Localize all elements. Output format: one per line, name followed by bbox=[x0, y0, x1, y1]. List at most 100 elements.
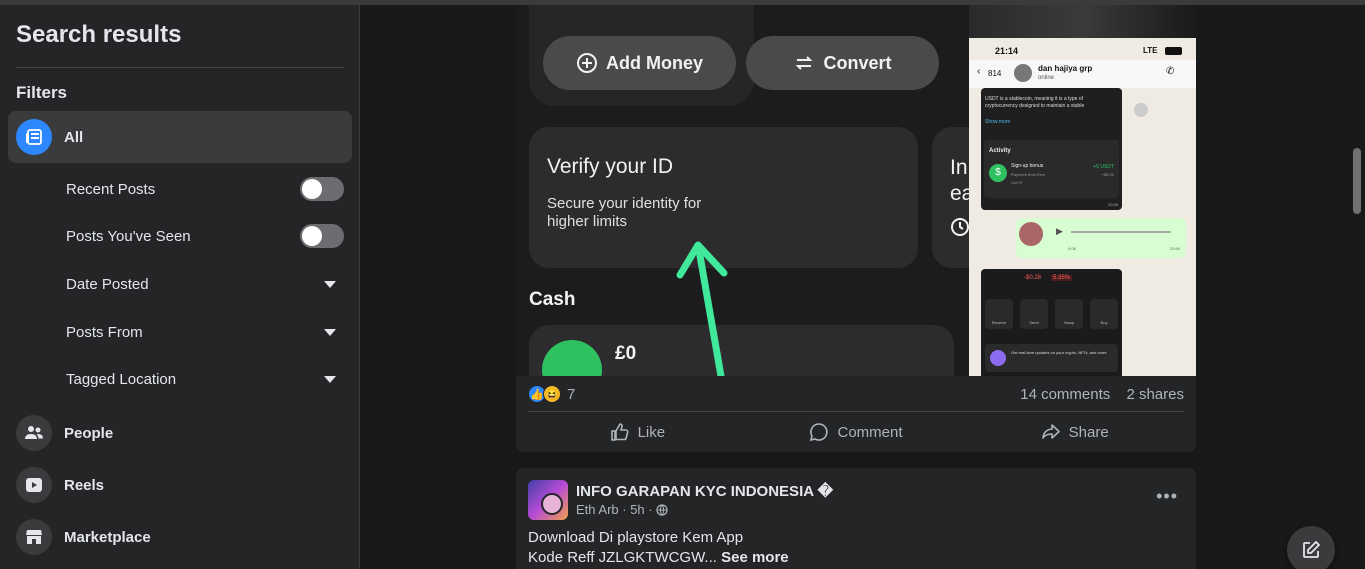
share-button[interactable]: Share bbox=[965, 415, 1184, 449]
wa-action-receive: Receive bbox=[985, 299, 1013, 329]
new-message-button[interactable] bbox=[1287, 526, 1335, 569]
nav-marketplace[interactable]: Marketplace bbox=[16, 519, 151, 555]
post-meta: Eth Arb · 5h · bbox=[576, 502, 668, 517]
reaction-count: 7 bbox=[567, 385, 576, 403]
comment-button[interactable]: Comment bbox=[747, 415, 966, 449]
post-time[interactable]: 5h bbox=[630, 502, 644, 517]
filter-label: Posts From bbox=[66, 323, 143, 341]
post-sub-author[interactable]: Eth Arb bbox=[576, 502, 619, 517]
wa-message-card: USDT is a stablecoin, meaning it is a ty… bbox=[981, 88, 1122, 210]
people-icon bbox=[16, 415, 52, 451]
post-actions: Like Comment Share bbox=[528, 415, 1184, 449]
wa-voice-start: 0:08 bbox=[1068, 246, 1076, 251]
wa-payment-from: Payment from Kem bbox=[1011, 172, 1046, 177]
wa-forward-icon bbox=[1134, 103, 1148, 117]
sidebar-title: Search results bbox=[16, 21, 182, 48]
wa-wallet-card: -$0.28 5.35% Receive Send Swap Buy Get r… bbox=[981, 269, 1122, 376]
filter-recent-posts: Recent Posts bbox=[66, 177, 344, 201]
more-options-icon[interactable]: ••• bbox=[1156, 486, 1178, 507]
meta-separator: · bbox=[618, 502, 631, 517]
reels-icon bbox=[16, 467, 52, 503]
wa-msg-time: 20:56 bbox=[1107, 202, 1118, 207]
post-image-left[interactable]: Add Money Convert Verify your ID Secure … bbox=[516, 5, 969, 376]
wa-show-more: Show more bbox=[985, 119, 1011, 125]
marketplace-icon bbox=[16, 519, 52, 555]
post-card: INFO GARAPAN KYC INDONESIA � Eth Arb · 5… bbox=[516, 468, 1196, 569]
share-icon bbox=[1041, 424, 1060, 439]
wa-signal: LTE bbox=[1143, 46, 1158, 55]
wa-contact-avatar bbox=[1014, 64, 1032, 82]
shares-count[interactable]: 2 shares bbox=[1126, 386, 1184, 403]
wa-action-swap: Swap bbox=[1055, 299, 1083, 329]
comments-count[interactable]: 14 comments bbox=[1020, 386, 1110, 403]
post-author[interactable]: INFO GARAPAN KYC INDONESIA � bbox=[576, 482, 833, 500]
wa-play-icon: ▶ bbox=[1056, 226, 1063, 236]
filter-label: Recent Posts bbox=[66, 180, 156, 198]
whatsapp-screenshot: 21:14 LTE ‹ 814 dan hajiya grp online ✆ … bbox=[969, 38, 1196, 376]
wa-back-count: 814 bbox=[988, 69, 1002, 78]
wa-contact-name: dan hajiya grp bbox=[1038, 64, 1093, 73]
comment-label: Comment bbox=[837, 423, 903, 441]
wa-call-icon: ✆ bbox=[1166, 66, 1175, 77]
post-stats: 👍 😆 7 14 comments 2 shares bbox=[528, 383, 1184, 405]
nav-label: Marketplace bbox=[64, 528, 151, 546]
post-text-line: Download Di playstore Kem App bbox=[528, 529, 744, 546]
sidebar-divider bbox=[16, 67, 344, 68]
post-image-right[interactable]: 21:14 LTE ‹ 814 dan hajiya grp online ✆ … bbox=[969, 5, 1196, 376]
posts-seen-toggle[interactable] bbox=[300, 224, 344, 248]
recent-posts-toggle[interactable] bbox=[300, 177, 344, 201]
author-avatar[interactable] bbox=[541, 493, 563, 515]
meta-separator: · bbox=[644, 502, 657, 517]
wa-time: 21:14 bbox=[995, 46, 1019, 56]
filters-heading: Filters bbox=[16, 83, 68, 102]
wa-voice-time: 20:56 bbox=[1169, 246, 1180, 251]
filter-all[interactable]: All bbox=[8, 111, 352, 163]
all-results-icon bbox=[16, 119, 52, 155]
filter-posts-seen: Posts You've Seen bbox=[66, 224, 344, 248]
image-dark-band bbox=[969, 5, 1196, 38]
dollar-icon: $ bbox=[989, 164, 1007, 182]
thumbs-up-icon bbox=[610, 423, 629, 441]
post-text-line: Kode Reff JZLGKTWCGW... bbox=[528, 549, 717, 566]
wa-message-text: USDT is a stablecoin, meaning it is a ty… bbox=[985, 96, 1085, 109]
wa-activity-title: Activity bbox=[989, 148, 1011, 154]
like-label: Like bbox=[637, 423, 666, 441]
nav-people[interactable]: People bbox=[16, 415, 113, 451]
page-scrollbar[interactable] bbox=[1353, 148, 1361, 214]
see-more-link[interactable]: See more bbox=[721, 549, 789, 566]
filter-tagged-location[interactable]: Tagged Location bbox=[66, 367, 344, 391]
wa-status-bar: 21:14 LTE bbox=[969, 38, 1196, 60]
wa-chat-header: ‹ 814 dan hajiya grp online ✆ bbox=[969, 60, 1196, 88]
nav-label: Reels bbox=[64, 476, 105, 494]
filter-label: Tagged Location bbox=[66, 370, 177, 388]
card-divider bbox=[528, 411, 1184, 412]
wa-updates-card: Get real-time updates on your crypto, NF… bbox=[985, 344, 1118, 372]
nav-label: People bbox=[64, 424, 114, 442]
reactions[interactable]: 👍 😆 7 bbox=[528, 385, 575, 403]
wa-balance-pct: 5.35% bbox=[1051, 275, 1073, 281]
compose-icon bbox=[1303, 541, 1320, 558]
wa-back-icon: ‹ bbox=[977, 66, 981, 77]
filter-label: Posts You've Seen bbox=[66, 227, 191, 245]
wa-date: Oct 07 bbox=[1011, 180, 1023, 185]
wa-voice-message: ▶ 0:08 20:56 bbox=[1016, 218, 1186, 258]
nav-reels[interactable]: Reels bbox=[16, 467, 104, 503]
green-arrow-icon bbox=[676, 241, 728, 376]
caret-down-icon bbox=[324, 375, 336, 383]
caret-down-icon bbox=[324, 280, 336, 288]
wa-wallet-actions: Receive Send Swap Buy bbox=[985, 299, 1118, 329]
wa-bonus-amount: +5 USDT bbox=[1093, 164, 1114, 170]
filter-date-posted[interactable]: Date Posted bbox=[66, 272, 344, 296]
wa-activity-card: Activity $ Sign-up bonus Payment from Ke… bbox=[984, 140, 1119, 198]
wa-waveform bbox=[1071, 231, 1171, 233]
sparkle-icon bbox=[990, 350, 1006, 366]
wa-action-send: Send bbox=[1020, 299, 1048, 329]
wa-contact-status: online bbox=[1038, 75, 1055, 81]
post-text: Download Di playstore Kem App Kode Reff … bbox=[528, 528, 789, 568]
wa-updates-text: Get real-time updates on your crypto, NF… bbox=[1011, 350, 1107, 355]
filter-posts-from[interactable]: Posts From bbox=[66, 320, 344, 344]
post-text-line-2: Kode Reff JZLGKTWCGW... See more bbox=[528, 548, 789, 568]
post-card: Add Money Convert Verify your ID Secure … bbox=[516, 5, 1196, 452]
wa-action-buy: Buy bbox=[1090, 299, 1118, 329]
like-button[interactable]: Like bbox=[528, 415, 747, 449]
